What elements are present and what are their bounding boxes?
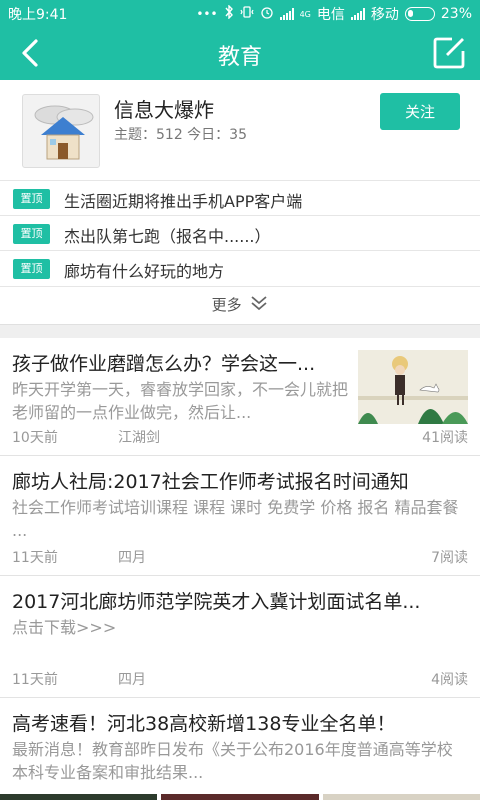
section-divider bbox=[0, 324, 480, 338]
pinned-list: 置顶 生活圈近期将推出手机APP客户端 置顶 杰出队第七跑（报名中......）… bbox=[0, 180, 480, 285]
post-author[interactable]: 江湖剑 bbox=[118, 427, 160, 447]
battery-fill bbox=[407, 10, 413, 17]
post-title: 孩子做作业磨蹭怎么办？学会这一... bbox=[12, 353, 316, 375]
forum-name: 信息大爆炸 bbox=[114, 98, 214, 122]
thumbnail-strip-1 bbox=[0, 794, 158, 800]
carrier-2: 移动 bbox=[370, 7, 399, 23]
pinned-title: 生活圈近期将推出手机APP客户端 bbox=[64, 192, 303, 211]
pinned-item[interactable]: 置顶 杰出队第七跑（报名中......） bbox=[0, 215, 480, 250]
thumbnail-strip-3 bbox=[322, 794, 480, 800]
net-speed: 4G bbox=[299, 9, 311, 19]
pinned-title: 廊坊有什么好玩的地方 bbox=[64, 262, 225, 281]
post-item[interactable]: 孩子做作业磨蹭怎么办？学会这一... 昨天开学第一天，睿睿放学回家，不一会儿就把… bbox=[0, 338, 480, 456]
post-date: 11天前 bbox=[12, 550, 58, 566]
more-button[interactable]: 更多 bbox=[0, 286, 480, 324]
forum-header: 信息大爆炸 主题：512 今日：35 关注 bbox=[0, 80, 480, 180]
post-title: 高考速看！河北38高校新增138专业全名单！ bbox=[12, 713, 396, 735]
pinned-item[interactable]: 置顶 廊坊有什么好玩的地方 bbox=[0, 250, 480, 285]
pinned-tag: 置顶 bbox=[13, 259, 50, 279]
post-author[interactable]: 四月 bbox=[118, 669, 146, 689]
thumbnail-strip-2 bbox=[161, 794, 319, 800]
post-title: 廊坊人社局:2017社会工作师考试报名时间通知 bbox=[12, 471, 409, 493]
post-thumbnail bbox=[358, 350, 468, 424]
post-read-count: 41阅读 bbox=[422, 430, 468, 446]
signal-icon-4g bbox=[279, 8, 294, 20]
notification-dots: ••• bbox=[196, 7, 218, 21]
status-bar: 晚上9:41 ••• 4G 电信 移动 23% bbox=[0, 0, 480, 26]
pinned-item[interactable]: 置顶 生活圈近期将推出手机APP客户端 bbox=[0, 180, 480, 215]
vibrate-icon bbox=[240, 5, 254, 23]
more-label: 更多 bbox=[211, 296, 242, 314]
post-author[interactable]: 四月 bbox=[118, 547, 146, 567]
battery-percent: 23% bbox=[440, 6, 472, 22]
follow-button[interactable]: 关注 bbox=[380, 93, 460, 130]
bluetooth-icon bbox=[224, 4, 234, 23]
page-title: 教育 bbox=[217, 45, 262, 70]
post-summary: 社会工作师考试培训课程 课程 课时 免费学 价格 报名 精品套餐 ... bbox=[12, 498, 459, 540]
post-summary: 点击下载>>> bbox=[12, 618, 117, 637]
forum-avatar bbox=[22, 94, 100, 168]
post-item[interactable]: 高考速看！河北38高校新增138专业全名单！ 最新消息！教育部昨日发布《关于公布… bbox=[0, 698, 480, 798]
alarm-icon bbox=[260, 5, 274, 23]
post-date: 10天前 bbox=[12, 430, 58, 446]
forum-stats: 主题：512 今日：35 bbox=[114, 127, 247, 143]
next-post-thumbnails bbox=[0, 794, 480, 800]
post-date: 11天前 bbox=[12, 672, 58, 688]
status-time: 晚上9:41 bbox=[8, 7, 68, 23]
battery-icon bbox=[404, 7, 435, 21]
post-item[interactable]: 2017河北廊坊师范学院英才入冀计划面试名单... 点击下载>>> 11天前 四… bbox=[0, 576, 480, 698]
pinned-tag: 置顶 bbox=[13, 189, 50, 209]
post-summary: 昨天开学第一天，睿睿放学回家，不一会儿就把老师留的一点作业做完，然后让... bbox=[12, 380, 348, 422]
post-summary: 最新消息！教育部昨日发布《关于公布2016年度普通高等学校本科专业备案和审批结果… bbox=[12, 740, 453, 782]
compose-icon[interactable] bbox=[432, 36, 468, 70]
status-icons: ••• 4G 电信 移动 23% bbox=[196, 4, 472, 24]
signal-icon bbox=[350, 8, 365, 20]
double-chevron-down-icon bbox=[250, 288, 268, 324]
carrier-1: 电信 bbox=[316, 7, 345, 23]
post-title: 2017河北廊坊师范学院英才入冀计划面试名单... bbox=[12, 591, 421, 613]
nav-bar: 教育 bbox=[0, 26, 480, 80]
pinned-tag: 置顶 bbox=[13, 224, 50, 244]
pinned-title: 杰出队第七跑（报名中......） bbox=[64, 227, 271, 246]
post-read-count: 4阅读 bbox=[431, 672, 468, 688]
post-list: 孩子做作业磨蹭怎么办？学会这一... 昨天开学第一天，睿睿放学回家，不一会儿就把… bbox=[0, 338, 480, 798]
post-read-count: 7阅读 bbox=[431, 550, 468, 566]
post-item[interactable]: 廊坊人社局:2017社会工作师考试报名时间通知 社会工作师考试培训课程 课程 课… bbox=[0, 456, 480, 576]
